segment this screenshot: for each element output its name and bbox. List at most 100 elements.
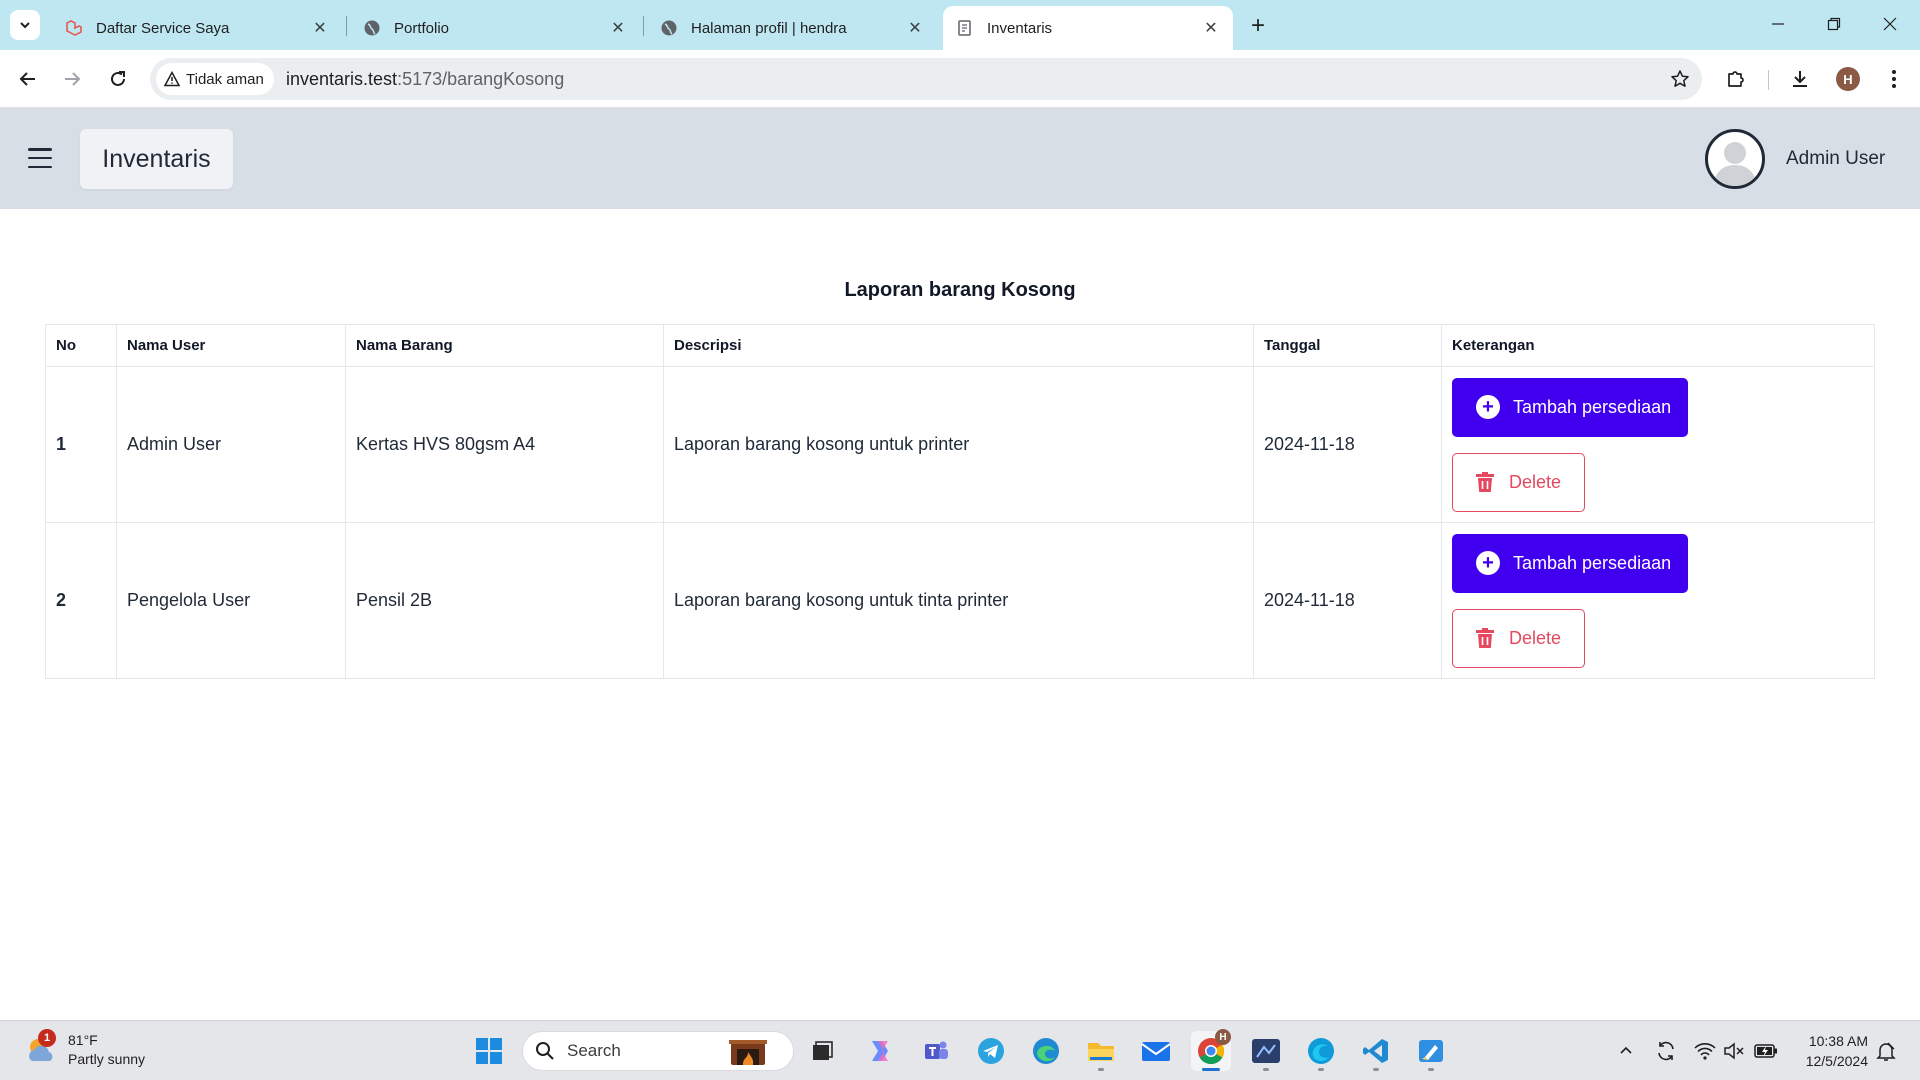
windows-logo-icon	[476, 1038, 502, 1064]
taskbar-app-teams[interactable]	[916, 1031, 956, 1071]
close-icon[interactable]: ✕	[905, 18, 925, 38]
taskbar-app-edge-dev[interactable]	[1301, 1031, 1341, 1071]
show-hidden-icons-button[interactable]	[1614, 1039, 1638, 1063]
cell-tanggal: 2024-11-18	[1253, 366, 1442, 523]
star-icon	[1671, 70, 1689, 87]
wifi-icon	[1694, 1043, 1716, 1060]
volume-tray-button[interactable]	[1722, 1039, 1746, 1063]
cell-nama-barang: Kertas HVS 80gsm A4	[345, 366, 664, 523]
close-icon[interactable]: ✕	[608, 18, 628, 38]
hamburger-menu-icon[interactable]	[28, 148, 52, 168]
taskbar-app-edge[interactable]	[1026, 1031, 1066, 1071]
taskbar-app-mail[interactable]	[1136, 1031, 1176, 1071]
search-label: Search	[567, 1041, 621, 1060]
close-window-button[interactable]	[1862, 0, 1918, 48]
column-header-nama-barang: Nama Barang	[345, 324, 664, 367]
column-header-tanggal: Tanggal	[1253, 324, 1442, 367]
address-bar[interactable]: Tidak aman inventaris.test:5173/barangKo…	[150, 58, 1702, 100]
cell-nama-user: Admin User	[116, 366, 346, 523]
task-view-icon	[813, 1041, 833, 1060]
running-indicator	[1263, 1068, 1269, 1071]
warning-icon	[164, 71, 180, 87]
column-header-no: No	[45, 324, 117, 367]
taskbar-app-telegram[interactable]	[971, 1031, 1011, 1071]
plus-circle-icon: +	[1476, 395, 1500, 419]
tab-portfolio[interactable]: Portfolio ✕	[350, 6, 640, 50]
user-icon	[1713, 142, 1757, 186]
user-avatar[interactable]	[1705, 129, 1765, 189]
tambah-persediaan-button[interactable]: + Tambah persediaan	[1452, 377, 1688, 437]
minimize-icon	[1772, 23, 1784, 25]
network-tray-button[interactable]	[1693, 1039, 1717, 1063]
laravel-icon	[64, 18, 84, 38]
hamburger-line	[28, 148, 52, 151]
downloads-button[interactable]	[1784, 63, 1816, 95]
tambah-persediaan-button[interactable]: + Tambah persediaan	[1452, 533, 1688, 593]
tab-daftar-service[interactable]: Daftar Service Saya ✕	[52, 6, 342, 50]
weather-temp: 81°F	[68, 1032, 98, 1048]
taskbar-app-vscode[interactable]	[1356, 1031, 1396, 1071]
partly-sunny-icon: 1	[24, 1029, 58, 1067]
taskbar-search[interactable]: Search	[522, 1031, 794, 1071]
running-indicator	[1373, 1068, 1379, 1071]
tab-search-button[interactable]	[10, 10, 40, 40]
brand-button[interactable]: Inventaris	[80, 129, 233, 189]
weather-widget[interactable]: 1 81°F Partly sunny	[24, 1029, 146, 1069]
start-button[interactable]	[469, 1031, 509, 1071]
forward-button[interactable]	[54, 61, 90, 97]
report-table: No Nama User Nama Barang Descripsi Tangg…	[45, 324, 1875, 679]
extensions-button[interactable]	[1720, 63, 1752, 95]
bookmark-button[interactable]	[1668, 67, 1692, 91]
globe-icon	[659, 18, 679, 38]
sync-tray-button[interactable]	[1654, 1039, 1678, 1063]
taskbar-app-chrome[interactable]: H	[1191, 1029, 1231, 1071]
reload-icon	[111, 71, 125, 86]
running-indicator	[1098, 1068, 1104, 1071]
fireplace-icon	[729, 1040, 767, 1065]
system-clock[interactable]: 10:38 AM 12/5/2024	[1798, 1031, 1868, 1071]
taskbar-app-task-view[interactable]	[802, 1031, 842, 1071]
taskbar-app-copilot[interactable]	[860, 1031, 900, 1071]
tab-inventaris[interactable]: Inventaris ✕	[943, 6, 1233, 50]
cell-descripsi: Laporan barang kosong untuk tinta printe…	[663, 522, 1254, 679]
menu-button[interactable]	[1878, 63, 1910, 95]
column-header-descripsi: Descripsi	[663, 324, 1254, 367]
taskbar-app-terminal[interactable]	[1246, 1031, 1286, 1071]
more-vertical-icon	[1892, 70, 1896, 88]
battery-tray-button[interactable]	[1754, 1039, 1778, 1063]
delete-button[interactable]: Delete	[1452, 452, 1585, 512]
close-icon[interactable]: ✕	[1201, 18, 1221, 38]
cell-tanggal: 2024-11-18	[1253, 522, 1442, 679]
security-chip[interactable]: Tidak aman	[156, 63, 274, 95]
puzzle-icon	[1728, 71, 1744, 87]
column-header-nama-user: Nama User	[116, 324, 346, 367]
delete-button[interactable]: Delete	[1452, 608, 1585, 668]
taskbar-app-paint[interactable]	[1411, 1031, 1451, 1071]
minimize-button[interactable]	[1750, 0, 1806, 48]
delete-label: Delete	[1509, 627, 1562, 648]
back-button[interactable]	[10, 61, 46, 97]
close-icon[interactable]: ✕	[310, 18, 330, 38]
new-tab-button[interactable]: +	[1244, 12, 1272, 40]
hamburger-line	[28, 156, 52, 160]
profile-button[interactable]: H	[1832, 63, 1864, 95]
weather-desc: Partly sunny	[68, 1051, 146, 1067]
taskbar: 1 81°F Partly sunny Search H 10:38 AM 12…	[0, 1020, 1920, 1080]
tambah-persediaan-label: Tambah persediaan	[1513, 552, 1672, 573]
tab-halaman-profil[interactable]: Halaman profil | hendra ✕	[647, 6, 937, 50]
search-icon	[536, 1042, 554, 1060]
restore-button[interactable]	[1806, 0, 1862, 48]
telegram-icon	[978, 1038, 1004, 1064]
arrow-right-icon	[65, 72, 81, 86]
reload-button[interactable]	[100, 61, 136, 97]
user-name: Admin User	[1786, 148, 1886, 169]
volume-muted-icon	[1724, 1042, 1744, 1060]
paint-icon	[1419, 1040, 1443, 1062]
trash-icon	[1476, 628, 1494, 648]
notifications-button[interactable]	[1874, 1039, 1898, 1063]
copilot-icon	[872, 1041, 888, 1061]
tab-title: Daftar Service Saya	[96, 19, 230, 37]
taskbar-app-file-explorer[interactable]	[1081, 1031, 1121, 1071]
plus-circle-icon: +	[1476, 551, 1500, 575]
url-text[interactable]: inventaris.test:5173/barangKosong	[286, 69, 564, 90]
